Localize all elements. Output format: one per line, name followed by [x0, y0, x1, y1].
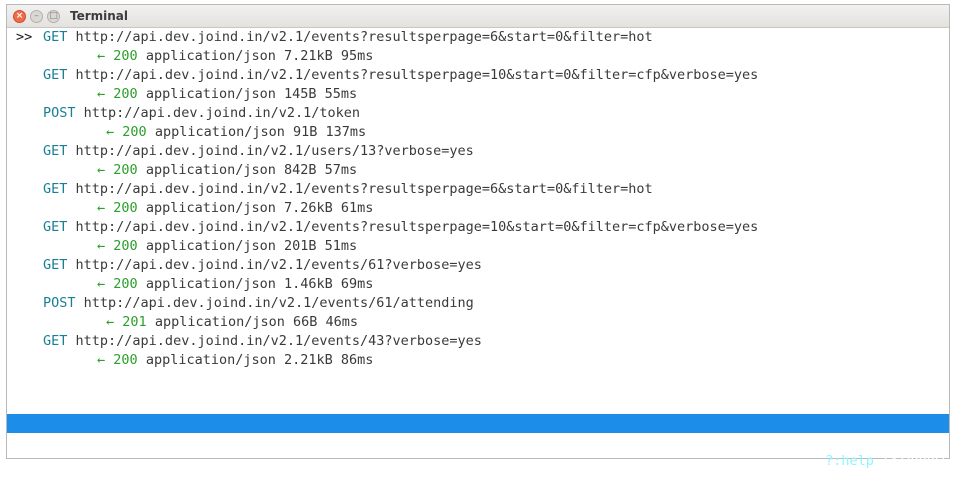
flow-request[interactable]: GET http://api.dev.joind.in/v2.1/events/…	[16, 332, 949, 351]
minimize-window-icon[interactable]: –	[30, 9, 43, 23]
flow-url: http://api.dev.joind.in/v2.1/events/61/a…	[83, 295, 474, 311]
flow-response[interactable]: ← 200 application/json 91B 137ms	[16, 123, 949, 142]
flow-response-info: application/json 1.46kB 69ms	[145, 276, 374, 292]
flow-request[interactable]: GET http://api.dev.joind.in/v2.1/events/…	[16, 256, 949, 275]
response-arrow-icon: ←	[106, 314, 115, 330]
status-bar: [1/9] ?:help [*:8888]	[7, 414, 949, 469]
flow-url: http://api.dev.joind.in/v2.1/token	[83, 105, 360, 121]
flow-url: http://api.dev.joind.in/v2.1/events?resu…	[75, 219, 759, 235]
flow-status-code: 200	[113, 48, 138, 64]
response-arrow-icon: ←	[106, 124, 115, 140]
flow-response-info: application/json 7.26kB 61ms	[145, 200, 374, 216]
flow-method: GET	[43, 67, 68, 83]
flow-status-code: 200	[113, 238, 138, 254]
flow-url: http://api.dev.joind.in/v2.1/events/61?v…	[75, 257, 482, 273]
flow-method: POST	[43, 105, 76, 121]
flow-request[interactable]: POST http://api.dev.joind.in/v2.1/events…	[16, 294, 949, 313]
flow-request[interactable]: POST http://api.dev.joind.in/v2.1/token	[16, 104, 949, 123]
flow-response-info: application/json 7.21kB 95ms	[145, 48, 374, 64]
flow-request[interactable]: >> GET http://api.dev.joind.in/v2.1/event…	[16, 28, 949, 47]
flow-response[interactable]: ← 200 application/json 1.46kB 69ms	[16, 275, 949, 294]
flow-url: http://api.dev.joind.in/v2.1/events?resu…	[75, 181, 653, 197]
flow-method: GET	[43, 181, 68, 197]
flow-url: http://api.dev.joind.in/v2.1/events?resu…	[75, 29, 653, 45]
flow-method: GET	[43, 333, 68, 349]
flow-status-code: 200	[113, 276, 138, 292]
flow-response-info: application/json 842B 57ms	[145, 162, 358, 178]
flow-url: http://api.dev.joind.in/v2.1/users/13?ve…	[75, 143, 474, 159]
flow-method: GET	[43, 219, 68, 235]
flow-url: http://api.dev.joind.in/v2.1/events/43?v…	[75, 333, 482, 349]
flow-method: GET	[43, 29, 68, 45]
flow-response-info: application/json 145B 55ms	[145, 86, 358, 102]
flow-status-code: 200	[113, 162, 138, 178]
flow-request[interactable]: GET http://api.dev.joind.in/v2.1/events?…	[16, 66, 949, 85]
title-bar: × – □ Terminal	[7, 5, 949, 28]
response-arrow-icon: ←	[97, 276, 106, 292]
window-title: Terminal	[70, 9, 129, 23]
flow-response[interactable]: ← 200 application/json 201B 51ms	[16, 237, 949, 256]
flow-response[interactable]: ← 200 application/json 145B 55ms	[16, 85, 949, 104]
flow-request[interactable]: GET http://api.dev.joind.in/v2.1/events?…	[16, 180, 949, 199]
flow-response[interactable]: ← 200 application/json 7.21kB 95ms	[16, 47, 949, 66]
flow-method: GET	[43, 143, 68, 159]
terminal-content[interactable]: >> GET http://api.dev.joind.in/v2.1/event…	[7, 28, 949, 469]
status-bar-right: ?:help [*:8888]	[825, 452, 947, 471]
flow-response-info: application/json 201B 51ms	[145, 238, 358, 254]
response-arrow-icon: ←	[97, 162, 106, 178]
flow-response[interactable]: ← 200 application/json 842B 57ms	[16, 161, 949, 180]
flow-status-code: 200	[113, 352, 138, 368]
flow-response-info: application/json 2.21kB 86ms	[145, 352, 374, 368]
flow-response[interactable]: ← 200 application/json 2.21kB 86ms	[16, 351, 949, 370]
flow-position-indicator: [1/9]	[11, 434, 52, 450]
maximize-window-icon[interactable]: □	[47, 9, 60, 23]
flow-response[interactable]: ← 200 application/json 7.26kB 61ms	[16, 199, 949, 218]
flow-response[interactable]: ← 201 application/json 66B 46ms	[16, 313, 949, 332]
flow-method: GET	[43, 257, 68, 273]
server-address: [*:8888]	[873, 453, 947, 469]
flow-list: >> GET http://api.dev.joind.in/v2.1/event…	[7, 28, 949, 370]
flow-response-info: application/json 66B 46ms	[154, 314, 359, 330]
flow-request[interactable]: GET http://api.dev.joind.in/v2.1/users/1…	[16, 142, 949, 161]
flow-status-code: 200	[113, 86, 138, 102]
terminal-window: × – □ Terminal >> GET http://api.dev.join…	[6, 4, 950, 469]
response-arrow-icon: ←	[97, 48, 106, 64]
flow-method: POST	[43, 295, 76, 311]
flow-status-code: 200	[122, 124, 147, 140]
response-arrow-icon: ←	[97, 238, 106, 254]
flow-url: http://api.dev.joind.in/v2.1/events?resu…	[75, 67, 759, 83]
flow-status-code: 200	[113, 200, 138, 216]
selection-cursor: >>	[16, 29, 33, 45]
response-arrow-icon: ←	[97, 200, 106, 216]
flow-response-info: application/json 91B 137ms	[154, 124, 367, 140]
response-arrow-icon: ←	[97, 86, 106, 102]
response-arrow-icon: ←	[97, 352, 106, 368]
flow-status-code: 201	[122, 314, 147, 330]
flow-request[interactable]: GET http://api.dev.joind.in/v2.1/events?…	[16, 218, 949, 237]
close-window-icon[interactable]: ×	[13, 9, 26, 23]
help-hint[interactable]: ?:help	[825, 453, 874, 469]
